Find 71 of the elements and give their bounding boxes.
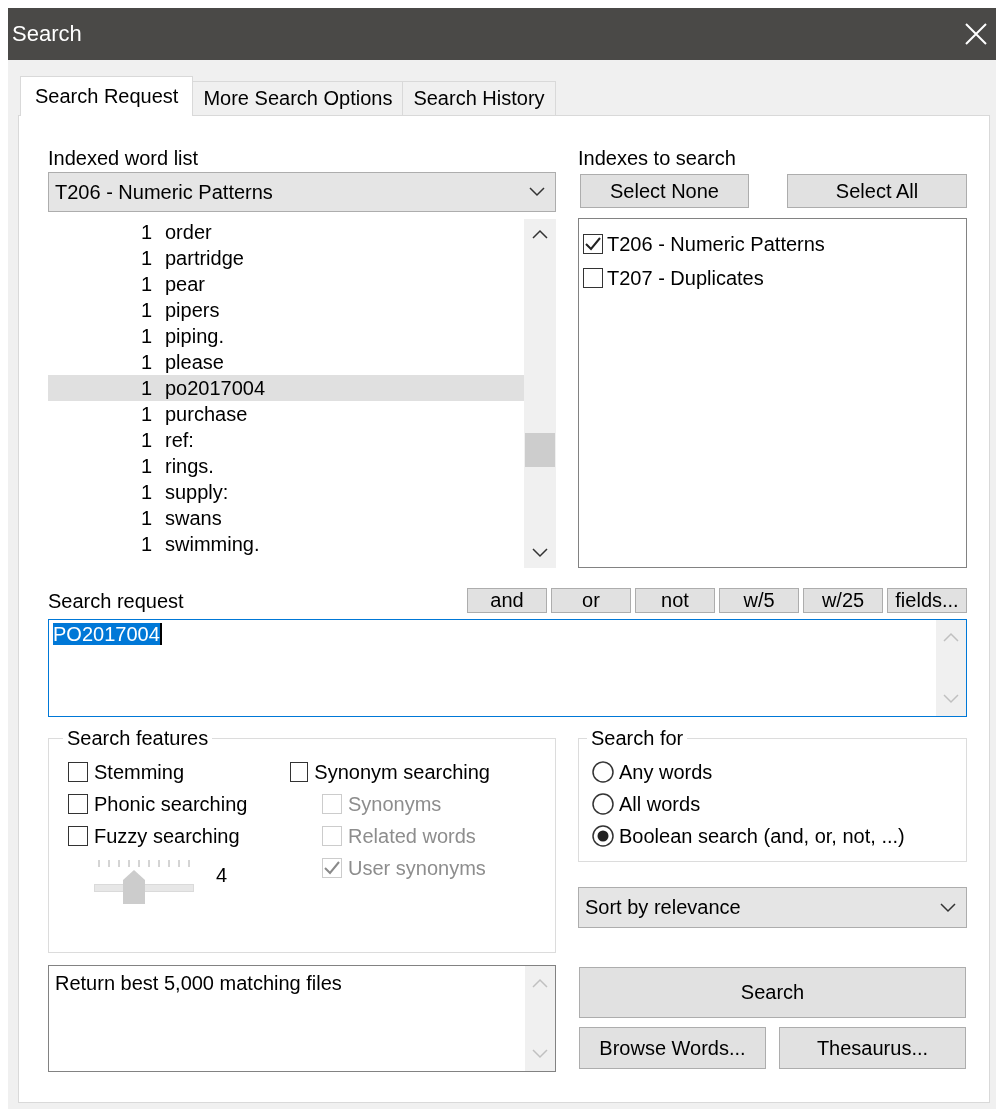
checkbox[interactable] (290, 762, 309, 782)
scroll-down-icon (943, 694, 959, 704)
index-dropdown[interactable]: T206 - Numeric Patterns (48, 172, 556, 212)
scroll-down-icon (532, 548, 548, 558)
checkmark-icon (324, 861, 340, 875)
word-list-row[interactable]: 1 purchase (48, 401, 524, 427)
radio-label: Boolean search (and, or, not, ...) (619, 824, 905, 848)
word-list-row[interactable]: 1 pear (48, 271, 524, 297)
scroll-down-icon (532, 1049, 548, 1059)
dialog-button[interactable]: Thesaurus... (779, 1027, 966, 1069)
word-list-row[interactable]: 1 partridge (48, 245, 524, 271)
radio-label: Any words (619, 760, 713, 784)
checkbox[interactable] (583, 268, 603, 288)
checkbox-label: Phonic searching (94, 792, 248, 816)
checkbox-label: T206 - Numeric Patterns (607, 232, 825, 256)
select-button[interactable]: Select None (580, 174, 749, 208)
scroll-up-icon (532, 978, 548, 988)
checkbox-label: User synonyms (348, 856, 486, 880)
scroll-up-icon (943, 632, 959, 642)
word-list-row[interactable]: 1 order (48, 219, 524, 245)
checkbox[interactable] (583, 234, 603, 254)
chevron-down-icon (940, 902, 956, 913)
word-list-row[interactable]: 1 ref: (48, 427, 524, 453)
checkbox-label: Synonyms (348, 792, 442, 816)
radio-icon[interactable] (592, 793, 614, 815)
tab[interactable]: Search Request (20, 76, 194, 116)
operator-button[interactable]: or (551, 588, 631, 613)
checkbox-label: Fuzzy searching (94, 824, 240, 848)
operator-button[interactable]: w/5 (719, 588, 799, 613)
operator-button[interactable]: not (635, 588, 715, 613)
word-list-row[interactable]: 1 swans (48, 505, 524, 531)
checkbox[interactable] (68, 826, 88, 846)
close-icon[interactable] (964, 22, 988, 46)
radio-label: All words (619, 792, 701, 816)
checkbox-label: Related words (348, 824, 476, 848)
word-list-row[interactable]: 1 please (48, 349, 524, 375)
tab[interactable]: Search History (402, 81, 556, 115)
group-title: Search for (590, 727, 685, 750)
field-label: Indexes to search (578, 146, 737, 171)
operator-button[interactable]: w/25 (803, 588, 883, 613)
word-list-row[interactable]: 1 rings. (48, 453, 524, 479)
dialog-button[interactable]: Browse Words... (579, 1027, 766, 1069)
result-limit-text: Return best 5,000 matching files (54, 971, 343, 996)
search-button[interactable]: Search (579, 967, 966, 1018)
window-title: Search (12, 21, 82, 47)
checkbox-label: Stemming (94, 760, 185, 784)
field-label: Search request (48, 590, 184, 613)
operator-button[interactable]: fields... (887, 588, 967, 613)
chevron-down-icon (529, 187, 545, 197)
word-list-row[interactable]: 1 piping. (48, 323, 524, 349)
checkbox[interactable] (68, 794, 88, 814)
operator-button[interactable]: and (467, 588, 547, 613)
sort-dropdown[interactable]: Sort by relevance (578, 887, 967, 928)
checkbox[interactable] (68, 762, 88, 782)
field-label: Indexed word list (48, 146, 200, 171)
word-list-row[interactable]: 1 pipers (48, 297, 524, 323)
scroll-up-icon (532, 229, 548, 239)
slider-value: 4 (216, 864, 228, 887)
checkmark-icon (585, 237, 601, 251)
select-button[interactable]: Select All (787, 174, 967, 208)
checkbox-label: Synonym searching (314, 760, 490, 784)
scroll-thumb[interactable] (525, 433, 555, 467)
search-request-field[interactable]: PO2017004 (48, 619, 967, 717)
group-title: Search features (66, 727, 210, 750)
word-list-row[interactable]: 1 swimming. (48, 531, 524, 557)
word-list-row[interactable]: 1 po2017004 (48, 375, 524, 401)
radio-selected-icon[interactable] (592, 825, 614, 847)
checkbox-label: T207 - Duplicates (607, 266, 764, 290)
vertical-scrollbar[interactable] (524, 219, 556, 568)
word-list-row[interactable]: 1 supply: (48, 479, 524, 505)
radio-icon[interactable] (592, 761, 614, 783)
